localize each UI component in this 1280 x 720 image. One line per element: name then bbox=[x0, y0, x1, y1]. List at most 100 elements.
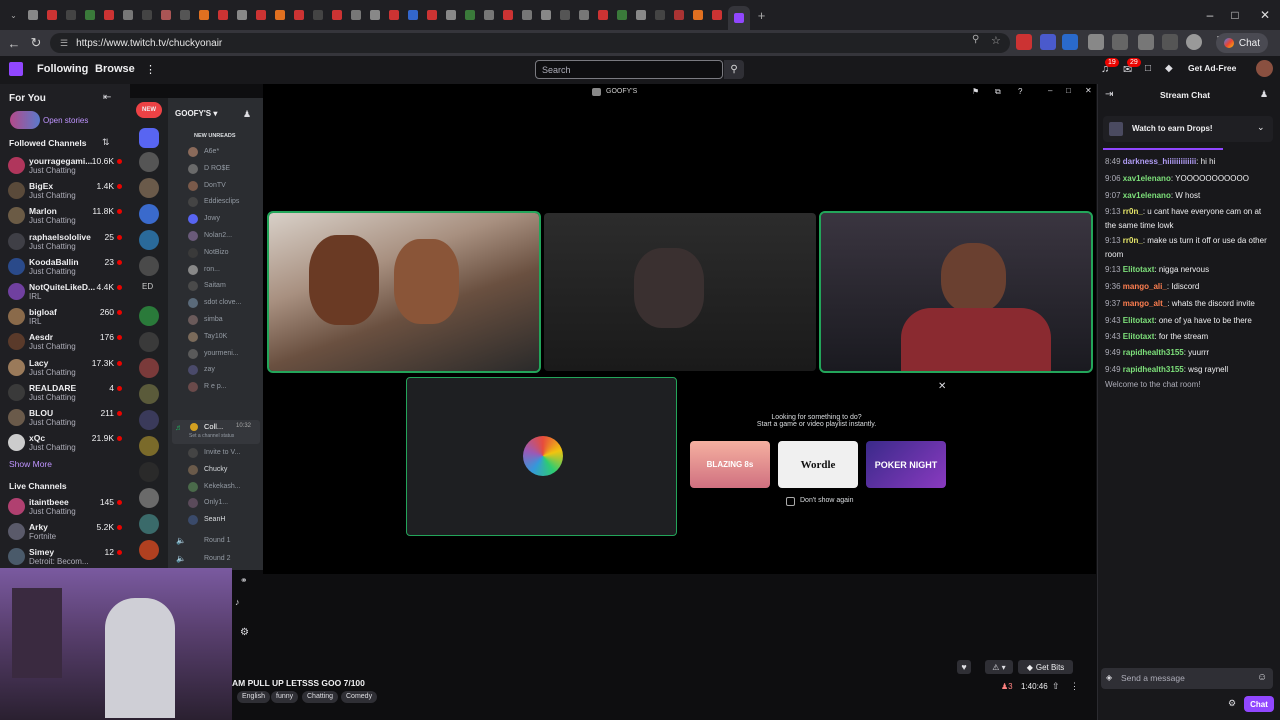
browser-tab[interactable] bbox=[595, 7, 610, 23]
dont-show-checkbox[interactable] bbox=[786, 497, 795, 506]
extension-icon[interactable] bbox=[1062, 34, 1078, 50]
server-icon[interactable] bbox=[139, 410, 159, 430]
browser-tab[interactable] bbox=[633, 7, 648, 23]
open-stories-link[interactable]: Open stories bbox=[43, 116, 88, 125]
extension-icon[interactable] bbox=[1016, 34, 1032, 50]
zoom-icon[interactable]: ⚲ bbox=[972, 34, 988, 50]
video-tile-1[interactable] bbox=[267, 211, 541, 373]
browser-tab[interactable] bbox=[405, 7, 420, 23]
discord-maximize-icon[interactable]: □ bbox=[1066, 86, 1071, 95]
channel-row[interactable]: Aesdr Just Chatting 176 bbox=[0, 330, 130, 355]
browser-tab-active[interactable] bbox=[728, 6, 750, 30]
activity-blazing8s[interactable]: BLAZING 8s bbox=[690, 441, 770, 488]
new-tab-icon[interactable]: + bbox=[754, 7, 769, 23]
message-username[interactable]: darkness_hiiiiiiiiiiiii bbox=[1123, 157, 1196, 166]
server-icon[interactable] bbox=[139, 230, 159, 250]
browser-tab[interactable] bbox=[63, 7, 78, 23]
channel-row[interactable]: BigEx Just Chatting 1.4K bbox=[0, 179, 130, 204]
site-info-icon[interactable]: ☰ bbox=[60, 38, 68, 49]
browser-tab[interactable] bbox=[424, 7, 439, 23]
browser-tab[interactable] bbox=[177, 7, 192, 23]
channel-row[interactable]: NotQuiteLikeD... IRL 4.4K bbox=[0, 280, 130, 305]
message-username[interactable]: xav1elenano bbox=[1123, 191, 1171, 200]
browser-tab[interactable] bbox=[443, 7, 458, 23]
browser-tab[interactable] bbox=[120, 7, 135, 23]
browser-tab[interactable] bbox=[367, 7, 382, 23]
tag-chatting[interactable]: Chatting bbox=[302, 691, 339, 703]
video-tile-2[interactable] bbox=[544, 213, 816, 371]
server-icon[interactable] bbox=[139, 514, 159, 534]
message-username[interactable]: rr0n_ bbox=[1123, 236, 1143, 245]
get-bits-button[interactable]: ◆ Get Bits bbox=[1018, 660, 1073, 674]
extension-icon[interactable] bbox=[1112, 34, 1128, 50]
users-icon[interactable]: ♟ bbox=[1260, 89, 1268, 100]
browser-tab[interactable] bbox=[500, 7, 515, 23]
voice-channel-row[interactable]: ♬ Coll... 10:32 Set a channel status bbox=[172, 420, 260, 444]
server-icon[interactable] bbox=[139, 488, 159, 508]
server-icon[interactable] bbox=[139, 540, 159, 560]
channel-row[interactable]: BLOU Just Chatting 211 bbox=[0, 406, 130, 431]
bits-icon[interactable]: ◆ bbox=[1165, 63, 1173, 74]
message-username[interactable]: Elitotaxt bbox=[1123, 265, 1155, 274]
back-icon[interactable]: ← bbox=[2, 32, 26, 54]
add-member-icon[interactable]: ♟ bbox=[243, 109, 251, 120]
collapse-sidebar-icon[interactable]: ⇤ bbox=[103, 92, 111, 103]
settings-gear-icon[interactable]: ⚙ bbox=[240, 627, 249, 638]
profile-avatar[interactable] bbox=[1186, 34, 1202, 50]
video-tile-3[interactable] bbox=[819, 211, 1093, 373]
message-username[interactable]: rr0n_ bbox=[1123, 207, 1143, 216]
channel-row[interactable]: REALDARE Just Chatting 4 bbox=[0, 381, 130, 406]
extension-icon[interactable] bbox=[1040, 34, 1056, 50]
browser-tab[interactable] bbox=[25, 7, 40, 23]
channel-row[interactable]: raphaelsololive Just Chatting 25 bbox=[0, 230, 130, 255]
chat-identity-icon[interactable]: ◈ bbox=[1106, 673, 1112, 682]
browser-tab[interactable] bbox=[348, 7, 363, 23]
drops-banner[interactable]: Watch to earn Drops! ⌄ bbox=[1103, 116, 1273, 142]
channel-row[interactable]: bigloaf IRL 260 bbox=[0, 305, 130, 330]
discord-home-icon[interactable] bbox=[139, 128, 159, 148]
address-bar[interactable]: ☰ https://www.twitch.tv/chuckyonair bbox=[50, 33, 1010, 53]
channel-row[interactable]: Arky Fortnite 5.2K bbox=[0, 520, 130, 545]
pin-icon[interactable]: ⚑ bbox=[972, 87, 979, 96]
tab-search-icon[interactable] bbox=[1162, 34, 1178, 50]
browser-tab[interactable] bbox=[519, 7, 534, 23]
channel-row[interactable]: xQc Just Chatting 21.9K bbox=[0, 431, 130, 456]
channel-row[interactable]: KoodaBallin Just Chatting 23 bbox=[0, 255, 130, 280]
browser-chat-button[interactable]: Chat bbox=[1215, 33, 1268, 53]
activity-poker-night[interactable]: POKER NIGHT bbox=[866, 441, 946, 488]
message-username[interactable]: mango_ali_ bbox=[1123, 282, 1167, 291]
browser-tab[interactable] bbox=[462, 7, 477, 23]
sort-icon[interactable]: ⇅ bbox=[102, 137, 110, 148]
browser-tab[interactable] bbox=[253, 7, 268, 23]
server-icon[interactable] bbox=[139, 152, 159, 172]
server-icon[interactable] bbox=[139, 178, 159, 198]
close-activity-icon[interactable]: ✕ bbox=[938, 381, 946, 392]
message-username[interactable]: rapidhealth3155 bbox=[1123, 365, 1184, 374]
server-icon[interactable] bbox=[139, 256, 159, 276]
browser-tab[interactable] bbox=[44, 7, 59, 23]
get-ad-free-button[interactable]: Get Ad-Free bbox=[1188, 63, 1236, 73]
browser-tab[interactable] bbox=[576, 7, 591, 23]
show-more-link[interactable]: Show More bbox=[9, 459, 52, 469]
message-username[interactable]: mango_alt_ bbox=[1123, 299, 1167, 308]
help-icon[interactable]: ? bbox=[1018, 87, 1022, 96]
browser-tab[interactable] bbox=[538, 7, 553, 23]
browser-tab[interactable] bbox=[709, 7, 724, 23]
browser-tab[interactable] bbox=[291, 7, 306, 23]
popout-icon[interactable]: ⧉ bbox=[995, 87, 1001, 97]
following-link[interactable]: Following bbox=[37, 63, 88, 75]
emote-picker-icon[interactable]: ☺ bbox=[1257, 672, 1267, 683]
user-avatar[interactable] bbox=[1256, 60, 1273, 77]
search-input[interactable]: Search bbox=[535, 60, 723, 79]
browser-tab[interactable] bbox=[386, 7, 401, 23]
chat-input[interactable]: Send a message bbox=[1101, 668, 1273, 689]
server-name[interactable]: GOOFY'S ▾ bbox=[175, 109, 217, 118]
browser-tab[interactable] bbox=[310, 7, 325, 23]
extensions-puzzle-icon[interactable] bbox=[1138, 34, 1154, 50]
browser-tab[interactable] bbox=[215, 7, 230, 23]
channel-row[interactable]: Marlon Just Chatting 11.8K bbox=[0, 204, 130, 229]
activity-tile[interactable] bbox=[406, 377, 677, 536]
extension-icon[interactable] bbox=[1088, 34, 1104, 50]
browser-tab[interactable] bbox=[557, 7, 572, 23]
chevron-down-icon[interactable]: ⌄ bbox=[1257, 122, 1265, 133]
